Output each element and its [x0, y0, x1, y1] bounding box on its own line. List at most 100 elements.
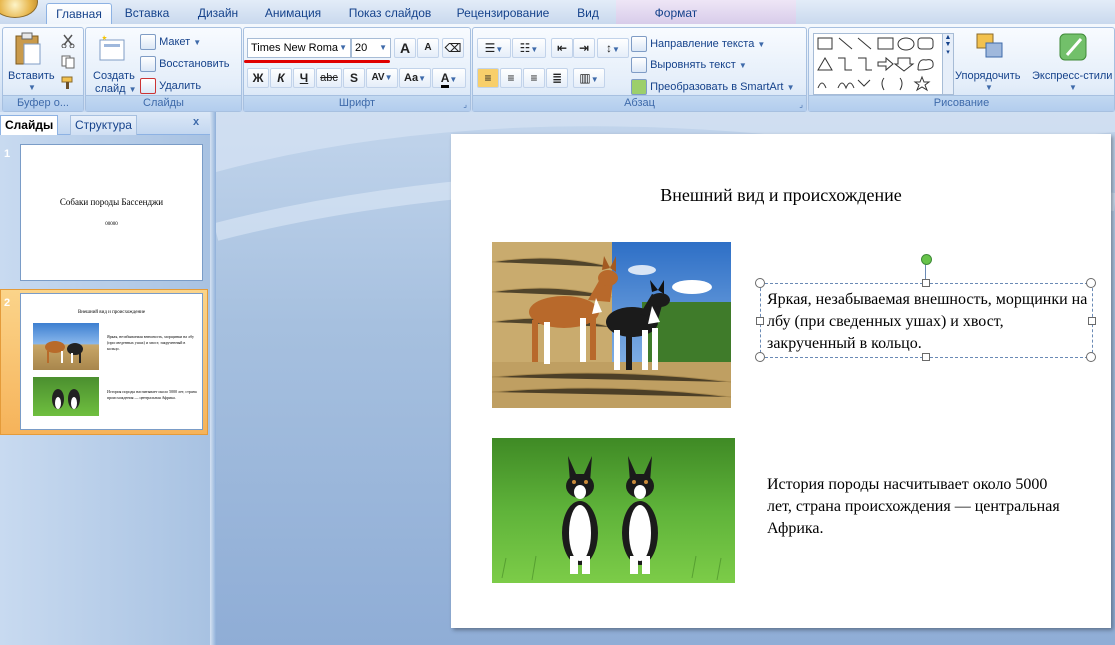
- delete-slide-button[interactable]: Удалить: [140, 78, 201, 94]
- decrease-indent-button[interactable]: ⇤: [551, 38, 573, 58]
- reset-button[interactable]: Восстановить: [140, 56, 230, 72]
- line-spacing-button[interactable]: ↕▼: [597, 38, 629, 58]
- slide-thumbnail-1[interactable]: Собаки породы Бассенджи 00000: [20, 144, 203, 281]
- close-pane-icon[interactable]: x: [193, 116, 199, 128]
- delete-icon: [140, 78, 156, 94]
- arrange-icon[interactable]: [974, 31, 1006, 66]
- reset-label: Восстановить: [159, 57, 230, 70]
- paragraph-dialog-launcher-icon[interactable]: ⌟: [799, 100, 803, 109]
- shadow-button[interactable]: S: [343, 68, 365, 88]
- copy-icon[interactable]: [61, 55, 75, 72]
- thumb1-title: Собаки породы Бассенджи: [59, 197, 164, 207]
- thumb2-photo-1: [33, 323, 99, 370]
- justify-button[interactable]: ≣: [546, 68, 568, 88]
- columns-dropdown-icon: ▼: [590, 75, 599, 84]
- resize-handle-sw[interactable]: [755, 352, 765, 362]
- quick-styles-button[interactable]: Экспресс-стили: [1032, 70, 1112, 82]
- red-underline-annotation: [244, 60, 390, 63]
- font-family-dropdown-icon[interactable]: ▼: [339, 39, 347, 57]
- slide-canvas[interactable]: Внешний вид и происхождение Яркая, незаб…: [451, 134, 1111, 628]
- resize-handle-nw[interactable]: [755, 278, 765, 288]
- smartart-label: Преобразовать в SmartArt: [650, 80, 784, 93]
- align-right-button[interactable]: ≡: [523, 68, 545, 88]
- font-dialog-launcher-icon[interactable]: ⌟: [463, 100, 467, 109]
- resize-handle-e[interactable]: [1088, 317, 1096, 325]
- font-size-combo[interactable]: 20 ▼: [351, 38, 391, 58]
- shrink-font-button[interactable]: A: [417, 38, 439, 58]
- photo-dogs-on-hay[interactable]: [492, 242, 731, 408]
- font-family-combo[interactable]: Times New Roma ▼: [247, 38, 351, 58]
- tab-slideshow[interactable]: Показ слайдов: [344, 3, 436, 24]
- arrange-dropdown-icon[interactable]: ▼: [985, 83, 993, 92]
- align-left-icon: ≡: [484, 71, 492, 85]
- tab-home[interactable]: Главная: [46, 3, 112, 25]
- thumb1-subtitle: 00000: [105, 222, 118, 227]
- new-slide-label2: слайд: [95, 83, 126, 95]
- strikethrough-button[interactable]: abc: [316, 68, 342, 88]
- paste-icon[interactable]: [13, 32, 43, 68]
- font-family-value: Times New Roma: [251, 42, 338, 54]
- change-case-dropdown-icon: ▼: [418, 74, 426, 83]
- tab-outline[interactable]: Структура: [70, 115, 137, 135]
- font-size-dropdown-icon[interactable]: ▼: [379, 39, 387, 57]
- resize-handle-ne[interactable]: [1086, 278, 1096, 288]
- tab-animation[interactable]: Анимация: [258, 3, 328, 24]
- convert-smartart-button[interactable]: Преобразовать в SmartArt ▼: [631, 79, 794, 95]
- bold-button[interactable]: Ж: [247, 68, 269, 88]
- bullets-button[interactable]: ☰▼: [477, 38, 511, 58]
- tab-format[interactable]: Формат: [640, 3, 712, 24]
- new-slide-button-line2[interactable]: слайд ▼: [95, 83, 137, 95]
- align-text-icon: [631, 57, 647, 73]
- textbox-1-text[interactable]: Яркая, незабываемая внешность, морщинки …: [767, 289, 1092, 355]
- columns-button[interactable]: ▥▼: [573, 68, 605, 88]
- text-direction-dropdown-icon: ▼: [757, 39, 766, 49]
- grow-font-button[interactable]: A: [394, 38, 416, 58]
- underline-button[interactable]: Ч: [293, 68, 315, 88]
- line-spacing-dropdown-icon: ▼: [612, 45, 620, 54]
- format-painter-icon[interactable]: [61, 76, 75, 93]
- clear-formatting-button[interactable]: ⌫: [442, 38, 464, 58]
- decrease-indent-icon: ⇤: [556, 41, 568, 55]
- resize-handle-w[interactable]: [756, 317, 764, 325]
- cut-icon[interactable]: [61, 34, 75, 51]
- resize-handle-s[interactable]: [922, 353, 930, 361]
- paste-dropdown-icon[interactable]: ▼: [28, 83, 36, 92]
- paste-button[interactable]: Вставить: [8, 70, 55, 82]
- shapes-gallery[interactable]: [813, 33, 943, 95]
- tab-slides[interactable]: Слайды: [0, 115, 59, 135]
- shapes-scroll[interactable]: ▲ ▼ ▾: [942, 33, 954, 95]
- numbering-button[interactable]: ☷▼: [512, 38, 546, 58]
- align-right-icon: ≡: [530, 71, 538, 85]
- quick-styles-dropdown-icon[interactable]: ▼: [1069, 83, 1077, 92]
- new-slide-dropdown-icon[interactable]: ▼: [129, 85, 137, 94]
- layout-button[interactable]: Макет ▼: [140, 34, 201, 50]
- tab-design[interactable]: Дизайн: [190, 3, 246, 24]
- font-color-button[interactable]: A▼: [432, 68, 466, 88]
- char-spacing-button[interactable]: AV▼: [366, 68, 398, 88]
- align-text-button[interactable]: Выровнять текст ▼: [631, 57, 747, 73]
- textbox-2-text[interactable]: История породы насчитывает около 5000 ле…: [767, 474, 1067, 540]
- align-center-button[interactable]: ≡: [500, 68, 522, 88]
- selected-textbox[interactable]: Яркая, незабываемая внешность, морщинки …: [760, 283, 1093, 358]
- tab-view[interactable]: Вид: [570, 3, 606, 24]
- new-slide-icon[interactable]: [96, 32, 128, 67]
- tab-review[interactable]: Рецензирование: [450, 3, 556, 24]
- text-direction-button[interactable]: Направление текста ▼: [631, 36, 765, 52]
- increase-indent-button[interactable]: ⇥: [573, 38, 595, 58]
- slide-thumbnail-2[interactable]: Внешний вид и происхождение Яркая, незаб…: [20, 293, 203, 430]
- resize-handle-n[interactable]: [922, 279, 930, 287]
- change-case-button[interactable]: Aa▼: [399, 68, 431, 88]
- arrange-button[interactable]: Упорядочить: [955, 70, 1020, 82]
- align-left-button[interactable]: ≡: [477, 68, 499, 88]
- new-slide-button[interactable]: Создать: [93, 70, 135, 82]
- photo-dogs-on-grass[interactable]: [492, 438, 735, 583]
- slide-title[interactable]: Внешний вид и происхождение: [451, 185, 1111, 206]
- tab-insert[interactable]: Вставка: [117, 3, 177, 24]
- resize-handle-se[interactable]: [1086, 352, 1096, 362]
- quick-styles-icon[interactable]: [1057, 31, 1089, 66]
- char-spacing-dropdown-icon: ▼: [384, 73, 393, 82]
- rotate-handle[interactable]: [921, 254, 932, 265]
- office-button[interactable]: [0, 0, 38, 18]
- layout-dropdown-icon: ▼: [193, 37, 202, 47]
- italic-button[interactable]: К: [270, 68, 292, 88]
